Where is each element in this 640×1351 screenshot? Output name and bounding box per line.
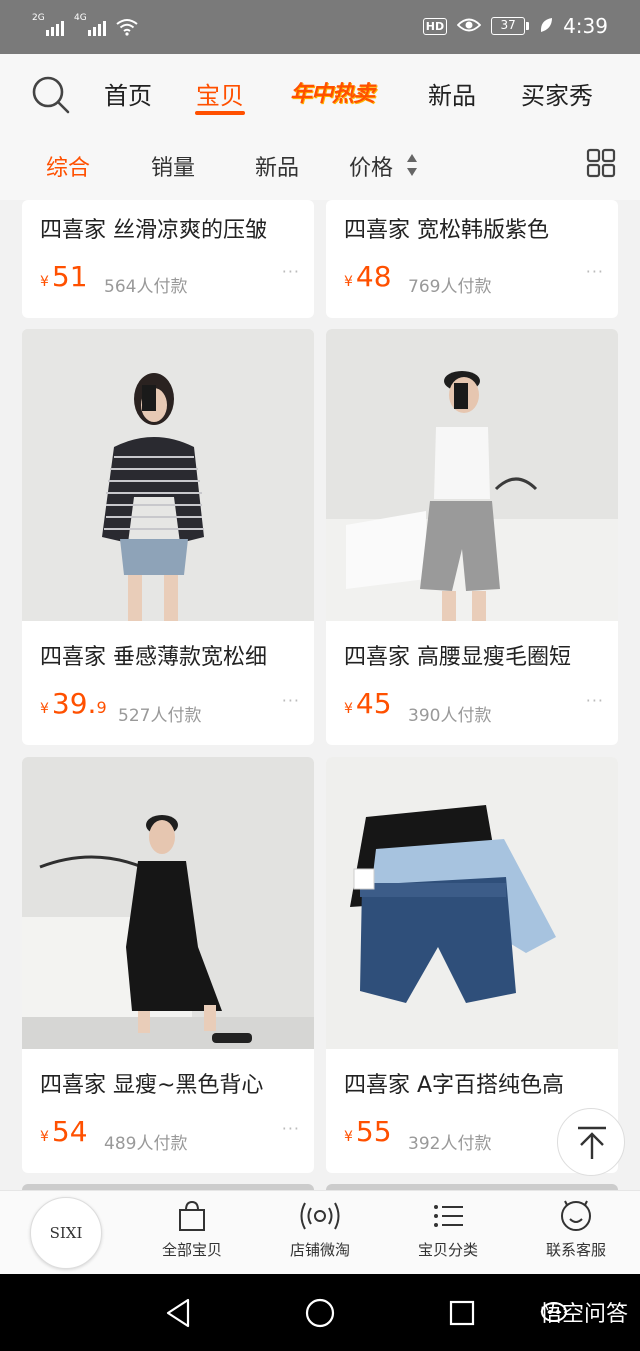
shop-feed-button[interactable]: 店铺微淘	[260, 1199, 380, 1269]
tab-home[interactable]: 首页	[104, 76, 152, 111]
broadcast-icon	[300, 1202, 340, 1230]
sold-count: 489人付款	[104, 1134, 188, 1154]
product-image-denim-shorts[interactable]	[326, 757, 618, 1049]
wifi-icon	[116, 18, 138, 36]
sold-count: 769人付款	[408, 277, 492, 297]
price-value: 51	[51, 260, 88, 293]
currency-symbol: ¥	[40, 274, 49, 290]
price-value: 45	[355, 687, 392, 720]
list-icon	[434, 1205, 463, 1227]
active-tab-indicator	[195, 111, 245, 115]
shop-bottom-bar: SIXI 全部宝贝 店铺微淘 宝贝分类 联系客服	[0, 1190, 640, 1274]
contact-service-label: 联系客服	[545, 1241, 606, 1259]
currency-symbol: ¥	[344, 1129, 353, 1145]
product-card[interactable]: 四喜家 A字百搭纯色高 ¥55 392人付款 ···	[326, 757, 618, 1173]
sold-count: 390人付款	[408, 706, 492, 726]
price-decimal: 9	[96, 698, 107, 717]
currency-symbol: ¥	[344, 701, 353, 717]
product-title: 四喜家 丝滑凉爽的压皱	[40, 218, 267, 243]
product-title: 四喜家 A字百搭纯色高	[344, 1073, 565, 1098]
currency-symbol: ¥	[344, 274, 353, 290]
product-card[interactable]: 四喜家 垂感薄款宽松细 ¥39. 9 527人付款 ···	[22, 329, 314, 745]
item-categories-button[interactable]: 宝贝分类	[388, 1199, 508, 1269]
product-price: ¥39. 9	[40, 687, 107, 720]
recents-nav-icon[interactable]	[448, 1299, 476, 1327]
product-title: 四喜家 高腰显瘦毛圈短	[344, 645, 571, 670]
sold-count: 527人付款	[118, 706, 202, 726]
more-options-icon[interactable]: ···	[282, 262, 300, 281]
price-value: 54	[51, 1115, 88, 1148]
product-image-striped-tshirt[interactable]	[22, 329, 314, 621]
status-bar: 2G 4G HD 37 4:39	[0, 0, 640, 54]
all-items-label: 全部宝贝	[161, 1241, 222, 1259]
product-price: ¥54	[40, 1115, 88, 1148]
tab-new[interactable]: 新品	[428, 76, 476, 111]
top-nav: 首页 宝贝 年中热卖 新品 买家秀	[0, 54, 640, 130]
sort-bar: 综合 销量 新品 价格	[0, 130, 640, 200]
signal-icon-sim2: 4G	[74, 14, 106, 36]
product-image-grey-shorts[interactable]	[326, 329, 618, 621]
hd-badge: HD	[422, 17, 448, 35]
sold-count: 564人付款	[104, 277, 188, 297]
product-price: ¥45	[344, 687, 392, 720]
product-card[interactable]: 四喜家 丝滑凉爽的压皱 ¥51 564人付款 ···	[22, 200, 314, 318]
all-items-button[interactable]: 全部宝贝	[132, 1199, 252, 1269]
sort-comprehensive[interactable]: 综合	[46, 150, 90, 182]
customer-service-icon	[561, 1200, 591, 1231]
sim1-network-label: 2G	[32, 13, 45, 23]
item-categories-label: 宝贝分类	[417, 1241, 478, 1259]
watermark: 悟空问答	[540, 1296, 628, 1328]
battery-level: 37	[491, 17, 526, 35]
shopping-bag-icon	[179, 1200, 205, 1231]
contact-service-button[interactable]: 联系客服	[516, 1199, 636, 1269]
grid-view-icon[interactable]	[586, 148, 616, 178]
currency-symbol: ¥	[40, 1129, 49, 1145]
sold-count: 392人付款	[408, 1134, 492, 1154]
wukong-logo-icon	[540, 1302, 567, 1322]
clock: 4:39	[563, 14, 608, 38]
eye-comfort-icon	[456, 14, 482, 38]
shop-logo[interactable]: SIXI	[30, 1197, 102, 1269]
price-value: 55	[355, 1115, 392, 1148]
more-options-icon[interactable]: ···	[586, 262, 604, 281]
sort-arrows-icon[interactable]	[406, 152, 418, 178]
product-title: 四喜家 宽松韩版紫色	[344, 218, 549, 243]
signal-icon-sim1: 2G	[32, 14, 64, 36]
product-title: 四喜家 垂感薄款宽松细	[40, 645, 267, 670]
product-price: ¥51	[40, 260, 88, 293]
arrow-up-icon	[578, 1126, 606, 1159]
price-value: 48	[355, 260, 392, 293]
battery-icon: 37	[491, 17, 530, 35]
more-options-icon[interactable]: ···	[586, 691, 604, 710]
home-nav-icon[interactable]	[304, 1297, 336, 1329]
tab-items[interactable]: 宝贝	[196, 76, 244, 111]
sim2-network-label: 4G	[74, 13, 87, 23]
product-card[interactable]: 四喜家 显瘦~黑色背心 ¥54 489人付款 ···	[22, 757, 314, 1173]
product-price: ¥48	[344, 260, 392, 293]
back-nav-icon[interactable]	[164, 1298, 192, 1328]
currency-symbol: ¥	[40, 701, 49, 717]
more-options-icon[interactable]: ···	[282, 1119, 300, 1138]
sort-sales[interactable]: 销量	[151, 150, 195, 182]
shop-feed-label: 店铺微淘	[289, 1241, 350, 1259]
more-options-icon[interactable]: ···	[282, 691, 300, 710]
product-price: ¥55	[344, 1115, 392, 1148]
product-card[interactable]: 四喜家 高腰显瘦毛圈短 ¥45 390人付款 ···	[326, 329, 618, 745]
leaf-icon	[539, 14, 553, 38]
tab-midyear-sale[interactable]: 年中热卖	[290, 76, 375, 108]
price-value: 39.	[51, 687, 97, 720]
sort-price[interactable]: 价格	[349, 150, 393, 182]
search-icon[interactable]	[30, 74, 72, 116]
product-title: 四喜家 显瘦~黑色背心	[40, 1073, 264, 1098]
system-nav-bar: 悟空问答	[0, 1274, 640, 1351]
back-to-top-button[interactable]	[557, 1108, 625, 1176]
tab-buyer-show[interactable]: 买家秀	[521, 76, 593, 111]
product-card[interactable]: 四喜家 宽松韩版紫色 ¥48 769人付款 ···	[326, 200, 618, 318]
product-image-black-dress[interactable]	[22, 757, 314, 1049]
sort-new[interactable]: 新品	[255, 150, 299, 182]
